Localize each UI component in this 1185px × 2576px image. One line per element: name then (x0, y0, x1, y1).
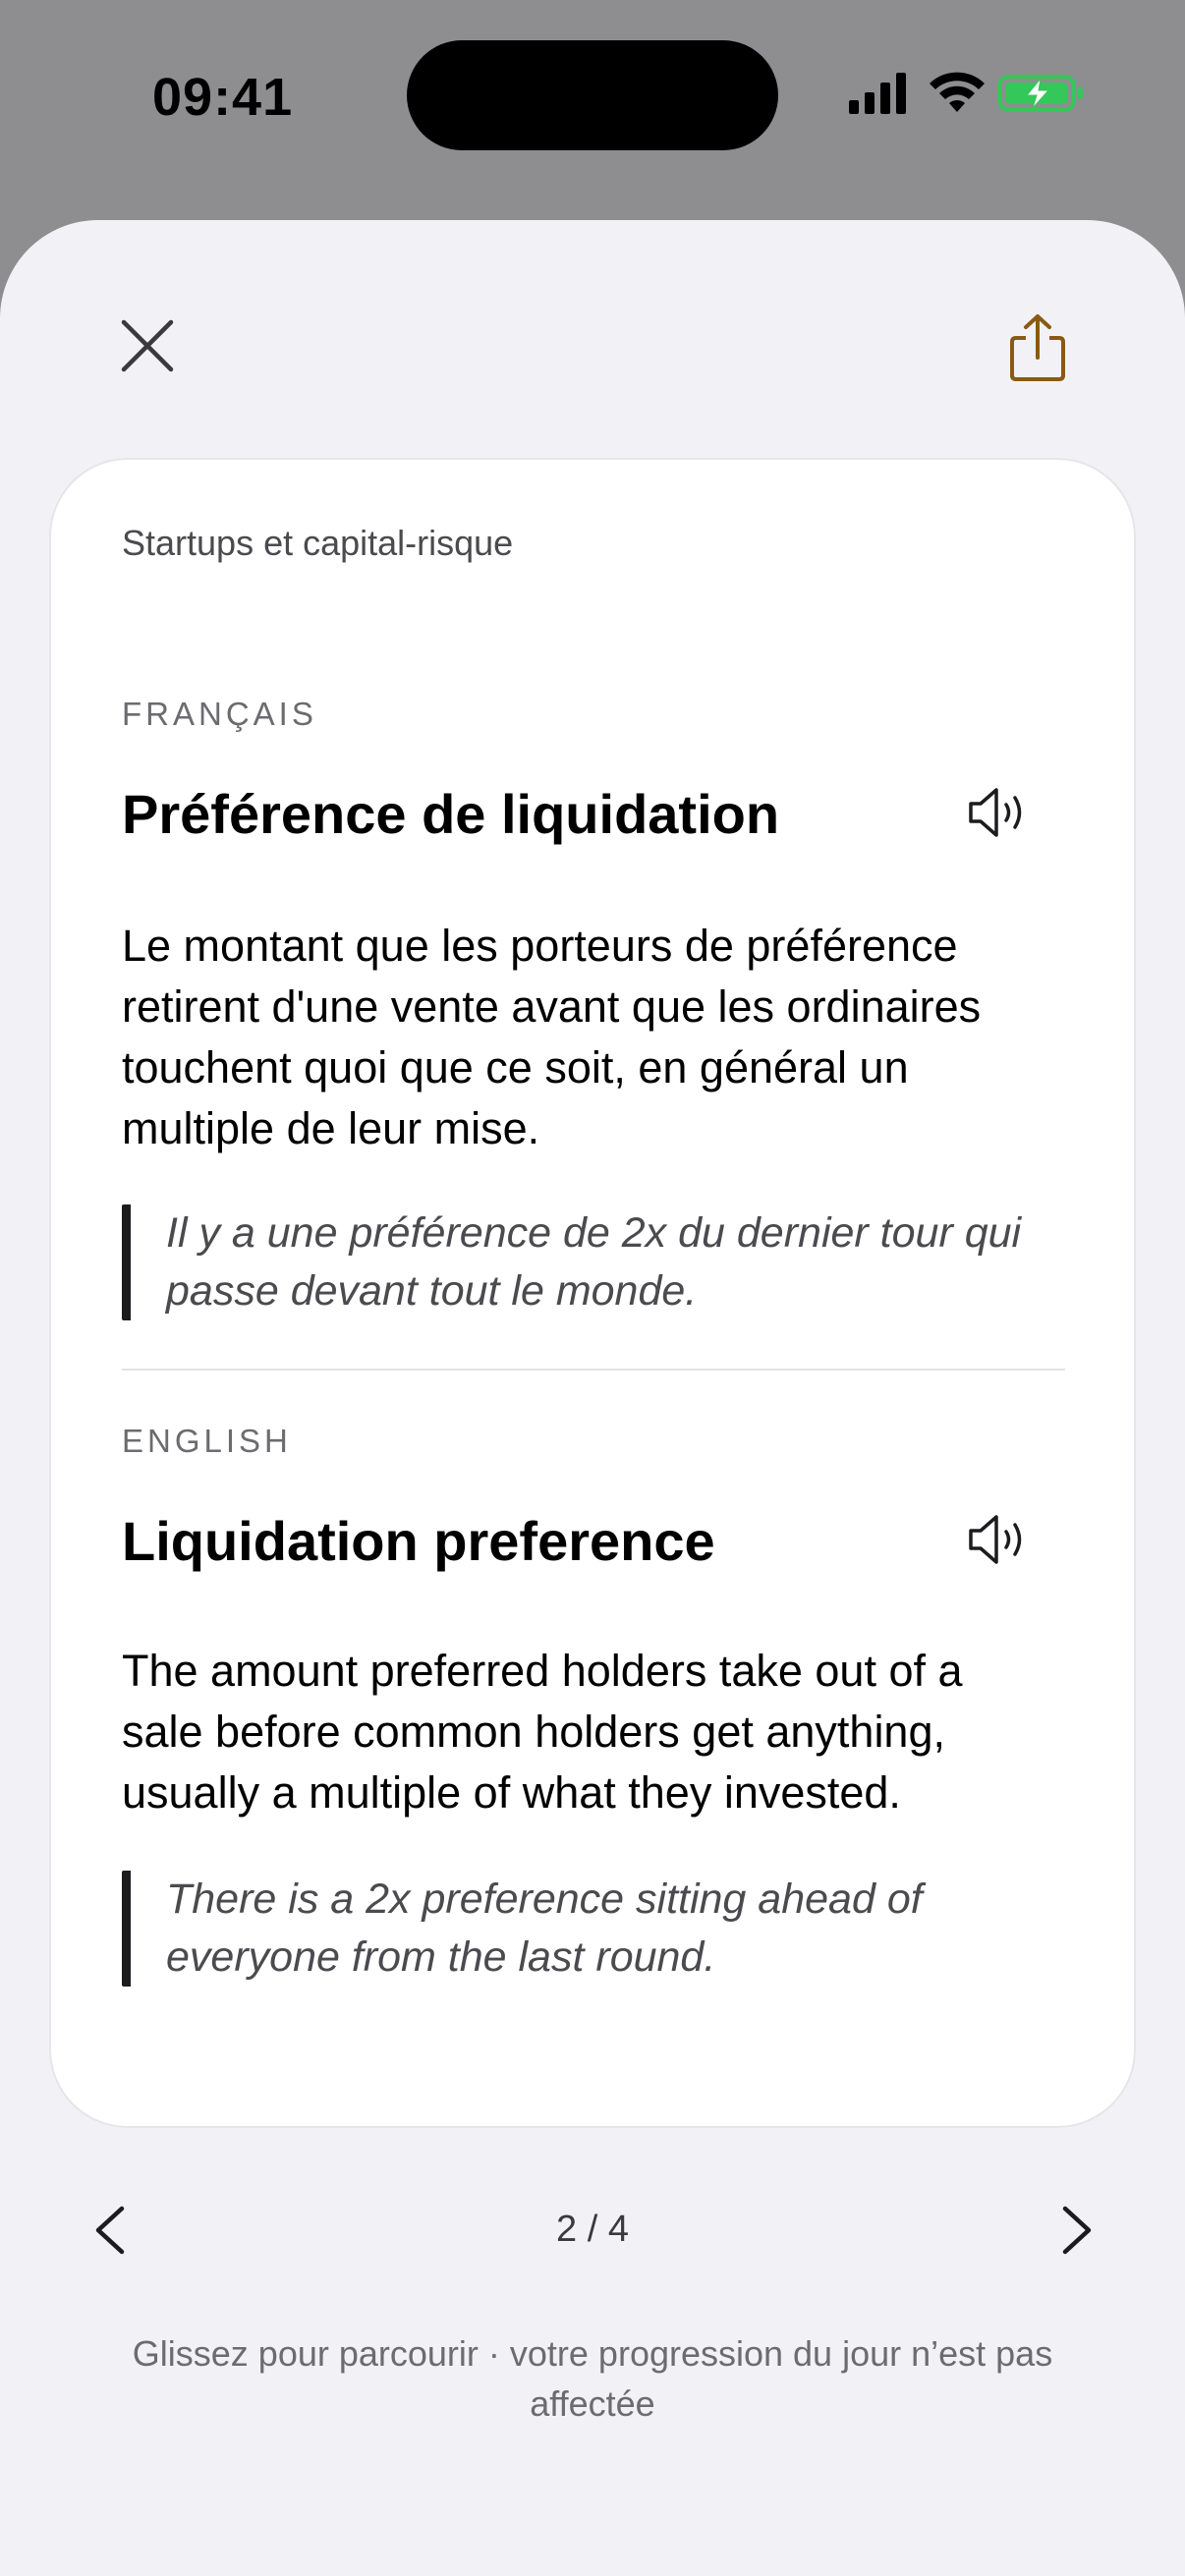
french-language-label: FRANÇAIS (122, 696, 317, 732)
english-term: Liquidation preference (122, 1510, 715, 1572)
french-example-quote: Il y a une préférence de 2x du dernier t… (122, 1204, 1065, 1320)
french-term: Préférence de liquidation (122, 783, 780, 845)
swipe-hint: Glissez pour parcourir · votre progressi… (132, 2333, 1053, 2424)
french-definition: Le montant que les porteurs de préférenc… (122, 921, 982, 1153)
page-indicator: 2 / 4 (556, 2209, 629, 2250)
status-bar: 09:41 (0, 0, 1185, 196)
english-speaker-icon[interactable] (967, 1513, 1030, 1566)
chevron-right-icon[interactable] (1057, 2205, 1097, 2256)
status-time: 09:41 (152, 68, 294, 127)
english-language-label: ENGLISH (122, 1423, 292, 1459)
close-icon[interactable] (118, 316, 177, 375)
cellular-signal-icon (849, 73, 906, 114)
share-icon[interactable] (1008, 312, 1067, 383)
french-speaker-icon[interactable] (967, 786, 1030, 839)
english-example-quote: There is a 2x preference sitting ahead o… (122, 1871, 1065, 1987)
section-divider (122, 1369, 1065, 1371)
wifi-icon (930, 72, 985, 112)
category-label: Startups et capital-risque (122, 523, 514, 563)
battery-charging-icon (997, 75, 1083, 112)
english-definition: The amount preferred holders take out of… (122, 1646, 963, 1818)
chevron-left-icon[interactable] (90, 2205, 130, 2256)
dynamic-island (407, 40, 778, 150)
